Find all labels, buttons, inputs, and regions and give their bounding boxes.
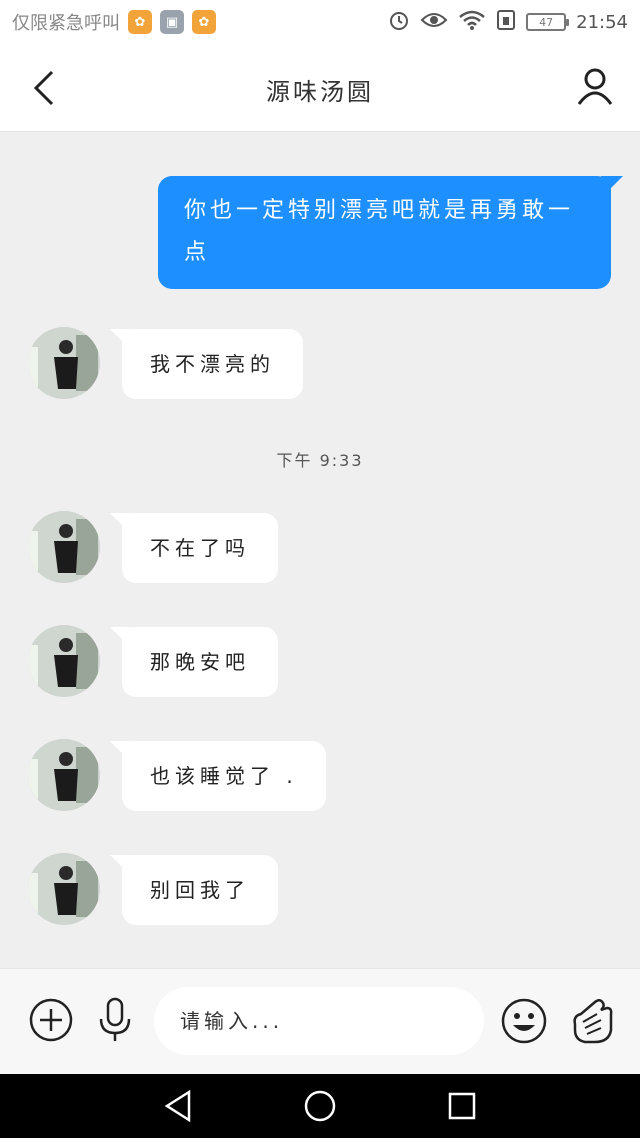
finger-heart-icon (573, 999, 613, 1044)
profile-button[interactable] (572, 64, 618, 110)
input-bar (0, 968, 640, 1074)
person-icon (577, 68, 613, 105)
avatar[interactable] (28, 327, 100, 399)
message-text: 别回我了 (150, 878, 250, 902)
status-right: 47 21:54 (388, 9, 628, 36)
outgoing-message[interactable]: 你也一定特别漂亮吧就是再勇敢一点 (158, 176, 623, 289)
app-icon-orange: ✿ (128, 10, 152, 34)
recents-square-icon (448, 1092, 476, 1120)
message-bubble[interactable]: 别回我了 (110, 855, 278, 925)
message-text: 不在了吗 (150, 536, 250, 560)
avatar[interactable] (28, 853, 100, 925)
message-input[interactable] (154, 987, 484, 1055)
chat-header: 源味汤圆 (0, 44, 640, 132)
timestamp: 下午 9:33 (276, 451, 364, 470)
voice-button[interactable] (94, 995, 136, 1045)
carrier-text: 仅限紧急呼叫 (12, 13, 120, 34)
sim-icon (496, 9, 516, 36)
emoji-button[interactable] (500, 997, 548, 1045)
avatar[interactable] (28, 625, 100, 697)
page-title: 源味汤圆 (266, 78, 374, 106)
message-text: 也该睡觉了 . (150, 764, 298, 788)
system-nav-bar (0, 1074, 640, 1138)
add-button[interactable] (28, 997, 74, 1043)
plus-circle-icon (29, 998, 73, 1042)
battery-icon: 47 (526, 13, 570, 31)
wifi-icon (458, 9, 486, 36)
avatar[interactable] (28, 739, 100, 811)
status-time: 21:54 (576, 11, 628, 33)
message-text: 那晚安吧 (150, 650, 250, 674)
nav-recents-button[interactable] (444, 1088, 480, 1124)
gallery-icon: ▣ (160, 10, 184, 34)
message-bubble[interactable]: 我不漂亮的 (110, 329, 303, 399)
message-bubble[interactable]: 也该睡觉了 . (110, 741, 326, 811)
alarm-icon (388, 9, 410, 36)
message-text: 我不漂亮的 (150, 352, 275, 376)
message-bubble[interactable]: 那晚安吧 (110, 627, 278, 697)
app-icon-orange: ✿ (192, 10, 216, 34)
eye-icon (420, 10, 448, 35)
smiley-icon (501, 998, 547, 1044)
status-bar: 仅限紧急呼叫 ✿ ▣ ✿ 47 21:54 (0, 0, 640, 44)
message-text: 你也一定特别漂亮吧就是再勇敢一点 (184, 198, 575, 265)
home-circle-icon (304, 1090, 336, 1122)
avatar[interactable] (28, 511, 100, 583)
nav-home-button[interactable] (302, 1088, 338, 1124)
message-bubble[interactable]: 不在了吗 (110, 513, 278, 583)
status-left: 仅限紧急呼叫 ✿ ▣ ✿ (12, 9, 216, 35)
gesture-button[interactable] (566, 993, 616, 1047)
microphone-icon (99, 997, 131, 1041)
nav-back-button[interactable] (160, 1088, 196, 1124)
back-triangle-icon (164, 1090, 191, 1122)
chat-area[interactable]: 你也一定特别漂亮吧就是再勇敢一点 我不漂亮的 下午 9:33 不在了吗 那晚安吧… (0, 133, 640, 968)
battery-level: 47 (539, 15, 554, 29)
